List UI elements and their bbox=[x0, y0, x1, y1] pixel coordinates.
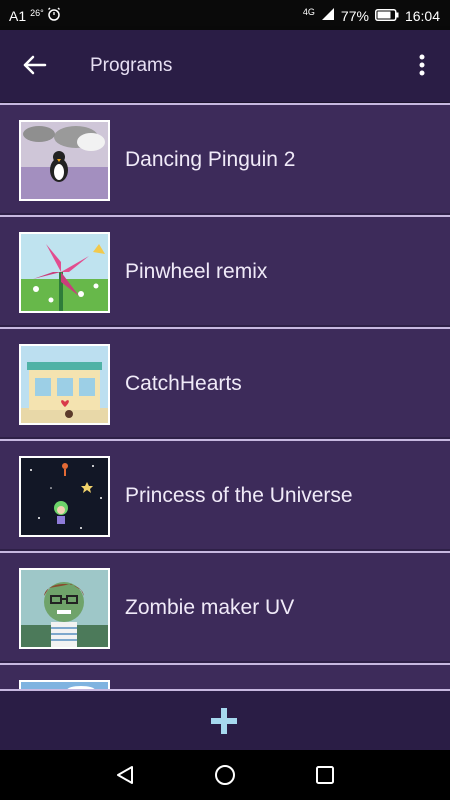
program-title: Pinwheel remix bbox=[125, 260, 268, 283]
back-button[interactable] bbox=[20, 50, 50, 80]
battery-percent: 77% bbox=[340, 7, 369, 24]
square-recent-icon bbox=[316, 766, 334, 784]
nav-recent-button[interactable] bbox=[314, 764, 336, 786]
triangle-back-icon bbox=[117, 766, 133, 784]
nav-home-button[interactable] bbox=[214, 764, 236, 786]
program-item-princess-universe[interactable]: Princess of the Universe bbox=[0, 439, 450, 549]
circle-home-icon bbox=[215, 765, 235, 785]
program-thumbnail bbox=[19, 232, 110, 313]
program-item-dancing-pinguin[interactable]: Dancing Pinguin 2 bbox=[0, 103, 450, 213]
carrier-label: A1 bbox=[9, 7, 27, 24]
program-item-catchhearts[interactable]: CatchHearts bbox=[0, 327, 450, 437]
program-title: Princess of the Universe bbox=[125, 484, 353, 507]
more-vert-icon bbox=[419, 54, 425, 76]
alarm-icon bbox=[47, 7, 60, 24]
program-thumbnail bbox=[19, 456, 110, 537]
plus-icon bbox=[211, 708, 237, 734]
program-thumbnail bbox=[19, 344, 110, 425]
add-program-button[interactable] bbox=[211, 708, 237, 734]
program-thumbnail bbox=[19, 680, 110, 689]
app-bar: Programs bbox=[0, 30, 450, 102]
overflow-menu-button[interactable] bbox=[412, 52, 432, 80]
program-thumbnail bbox=[19, 568, 110, 649]
arrow-left-icon bbox=[23, 55, 47, 75]
program-thumbnail bbox=[19, 120, 110, 201]
signal-icon bbox=[321, 7, 335, 24]
bottom-bar bbox=[0, 689, 450, 750]
battery-icon bbox=[374, 8, 399, 24]
program-list[interactable]: Dancing Pinguin 2 Pinwheel remix CatchHe… bbox=[0, 103, 450, 689]
system-navigation-bar bbox=[0, 750, 450, 800]
program-item-zombie-maker[interactable]: Zombie maker UV bbox=[0, 551, 450, 661]
temperature-label: 26° bbox=[30, 7, 44, 18]
program-title: Dancing Pinguin 2 bbox=[125, 148, 296, 171]
program-item-partial[interactable] bbox=[0, 663, 450, 689]
network-type-label: 4G bbox=[302, 6, 315, 17]
program-title: Zombie maker UV bbox=[125, 596, 295, 619]
status-bar: A1 26° 4G 77% 16:04 bbox=[0, 0, 450, 30]
page-title: Programs bbox=[90, 55, 173, 76]
program-title: CatchHearts bbox=[125, 372, 242, 395]
program-item-pinwheel-remix[interactable]: Pinwheel remix bbox=[0, 215, 450, 325]
nav-back-button[interactable] bbox=[114, 764, 136, 786]
clock: 16:04 bbox=[404, 7, 440, 24]
